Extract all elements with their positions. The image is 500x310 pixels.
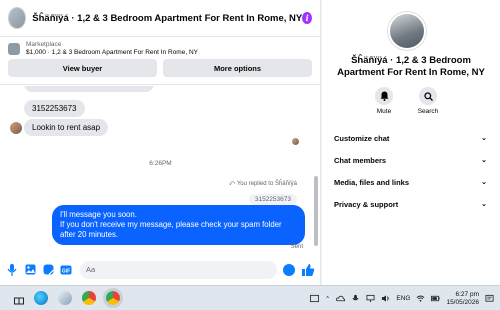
svg-text:GIF: GIF (62, 268, 70, 274)
chat-header: Šĥäñïÿá · 1,2 & 3 Bedroom Apartment For … (0, 0, 320, 37)
reply-line-1: I'll message you soon. (60, 210, 137, 219)
message-input[interactable]: Aa (80, 260, 277, 279)
mute-label: Mute (376, 108, 392, 115)
replied-label: ⤺ You replied to Šĥäñïÿá (229, 181, 297, 188)
profile-name: Šĥäñïÿá · 1,2 & 3 Bedroom Apartment For … (337, 55, 485, 78)
menu-privacy-support[interactable]: Privacy & support ⌄ (334, 193, 487, 215)
sender-avatar[interactable] (10, 122, 22, 134)
time-separator: 6:26PM (149, 160, 172, 167)
taskbar: ⌃ ENG 6:27 pm 15/05/2026 (0, 285, 500, 310)
chevron-down-icon: ⌄ (481, 201, 487, 208)
photo-icon[interactable] (24, 264, 36, 276)
search-label: Search (417, 108, 439, 115)
menu-media-files-links[interactable]: Media, files and links ⌄ (334, 171, 487, 193)
scrollbar[interactable] (314, 176, 318, 246)
profile-avatar[interactable] (388, 12, 426, 50)
reply-arrow-icon: ⤺ (228, 181, 237, 187)
chevron-down-icon: ⌄ (481, 135, 487, 142)
volume-icon[interactable] (381, 294, 390, 303)
wifi-icon[interactable] (416, 294, 425, 303)
search-icon (419, 87, 437, 105)
message-bubble-partial (24, 86, 154, 92)
task-view-icon[interactable] (14, 293, 24, 305)
bell-icon (375, 87, 393, 105)
system-tray: ⌃ ENG 6:27 pm 15/05/2026 (309, 286, 494, 310)
chevron-up-icon[interactable]: ⌃ (325, 295, 330, 303)
microphone-icon[interactable] (6, 263, 18, 276)
listing-name[interactable]: $1,000 · 1,2 & 3 Bedroom Apartment For R… (26, 49, 198, 56)
edge-icon[interactable] (34, 291, 48, 305)
composer: GIF Aa (0, 253, 320, 285)
notification-icon[interactable] (485, 294, 494, 303)
cloud-icon[interactable] (336, 294, 346, 303)
emoji-icon[interactable] (283, 263, 295, 276)
menu-label: Customize chat (334, 133, 390, 143)
chevron-down-icon: ⌄ (481, 157, 487, 164)
gif-icon[interactable]: GIF (60, 264, 72, 276)
quoted-message[interactable]: 3152253673 (248, 194, 297, 205)
language-indicator[interactable]: ENG (396, 295, 410, 302)
app-icon[interactable] (58, 291, 72, 305)
listing-label: Marketplace (26, 41, 62, 48)
chat-panel: Šĥäñïÿá · 1,2 & 3 Bedroom Apartment For … (0, 0, 321, 285)
more-options-button[interactable]: More options (163, 59, 312, 77)
message-rent[interactable]: Lookin to rent asap (24, 119, 109, 136)
sticker-icon[interactable] (42, 264, 54, 276)
chat-title[interactable]: Šĥäñïÿá · 1,2 & 3 Bedroom Apartment For … (32, 13, 302, 24)
seller-avatar[interactable] (8, 7, 27, 29)
replied-text: You replied to Šĥäñïÿá (236, 181, 297, 187)
network-icon[interactable] (366, 294, 375, 303)
view-buyer-button[interactable]: View buyer (8, 59, 157, 77)
clock-date: 15/05/2026 (446, 298, 479, 306)
search-button[interactable]: Search (412, 87, 444, 115)
info-icon[interactable]: i (302, 12, 312, 24)
read-receipt-avatar (292, 138, 299, 145)
battery-icon[interactable] (431, 294, 441, 303)
menu-label: Chat members (334, 155, 387, 165)
mute-button[interactable]: Mute (368, 87, 400, 115)
menu-customize-chat[interactable]: Customize chat ⌄ (334, 127, 487, 149)
chrome-icon[interactable] (82, 291, 96, 305)
menu-chat-members[interactable]: Chat members ⌄ (334, 149, 487, 171)
clock-time: 6:27 pm (455, 290, 480, 298)
menu-label: Media, files and links (334, 177, 410, 187)
details-menu: Customize chat ⌄ Chat members ⌄ Media, fil… (334, 127, 487, 215)
chevron-down-icon: ⌄ (481, 179, 487, 186)
clock[interactable]: 6:27 pm 15/05/2026 (446, 291, 479, 307)
profile-actions: Mute Search (368, 87, 444, 115)
message-list: 3152253673 Lookin to rent asap 6:26PM ⤺ … (0, 86, 320, 253)
sent-status: Sent (290, 244, 303, 250)
chrome-active-icon[interactable] (103, 288, 123, 308)
chat-details-panel: Šĥäñïÿá · 1,2 & 3 Bedroom Apartment For … (322, 0, 500, 285)
message-phone[interactable]: 3152253673 (24, 100, 85, 117)
keyboard-icon[interactable] (309, 294, 319, 303)
thumbs-up-icon[interactable] (301, 263, 315, 277)
reply-line-2: If you don't receive my message, please … (60, 220, 282, 239)
message-reply[interactable]: I'll message you soon. If you don't rece… (52, 205, 305, 245)
menu-label: Privacy & support (334, 199, 399, 209)
mic-icon[interactable] (351, 294, 360, 303)
listing-thumbnail[interactable] (8, 43, 20, 55)
marketplace-listing: Marketplace $1,000 · 1,2 & 3 Bedroom Apa… (0, 37, 320, 85)
